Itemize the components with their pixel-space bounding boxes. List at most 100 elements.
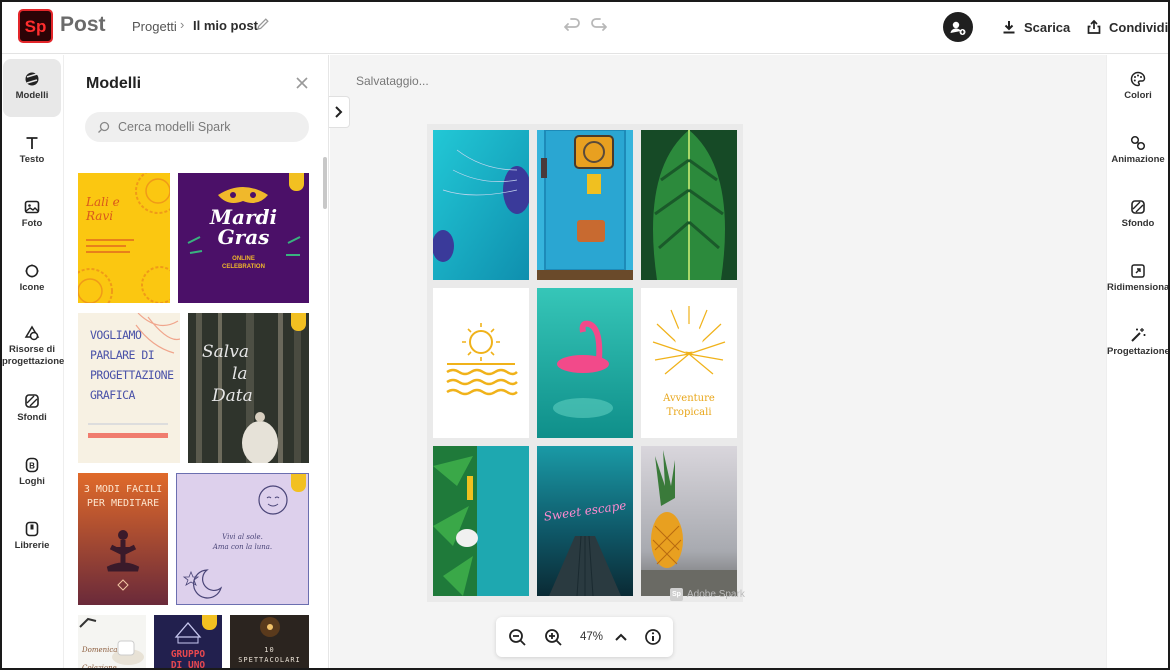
- logos-icon: B: [25, 457, 39, 473]
- template-text: Gras: [217, 225, 270, 249]
- chevron-right-icon: [335, 106, 343, 118]
- zoom-out-icon[interactable]: [507, 627, 527, 647]
- rail-item-design-assets[interactable]: Risorse di progettazione: [2, 313, 65, 379]
- rail-label: Sfondi: [17, 412, 47, 423]
- template-text: 10: [264, 646, 275, 654]
- top-bar: Sp Post Progetti › Il mio post Scarica C…: [2, 2, 1168, 54]
- share-label: Condividi: [1109, 19, 1169, 35]
- template-text: PROGETTAZIONE: [90, 368, 174, 382]
- text-icon: [26, 137, 38, 149]
- close-icon[interactable]: [294, 75, 310, 91]
- tile-monstera[interactable]: [641, 130, 737, 280]
- tile-pineapple[interactable]: [641, 446, 737, 596]
- monstera-photo: [641, 130, 737, 280]
- template-graphic-design[interactable]: VOGLIAMO PARLARE DI PROGETTAZIONE GRAFIC…: [78, 313, 180, 463]
- rail-item-icons[interactable]: Icone: [2, 251, 62, 309]
- tile-sweet-escape[interactable]: Sweet escape: [537, 446, 633, 596]
- rail-item-colors[interactable]: Colori: [1107, 55, 1168, 111]
- rail-item-templates[interactable]: Modelli: [3, 59, 61, 117]
- share-button[interactable]: Condividi: [1086, 16, 1168, 38]
- libraries-icon: [25, 521, 39, 537]
- project-title[interactable]: Il mio post: [193, 18, 258, 33]
- templates-panel: Modelli Lali e Ravi Mardi Gras ONLINE CE…: [65, 55, 329, 670]
- template-ten-spectacular[interactable]: 10 SPETTACOLARI: [230, 615, 309, 668]
- watermark-text: Adobe Spark: [687, 589, 745, 600]
- rail-label: Librerie: [14, 540, 50, 551]
- download-label: Scarica: [1024, 19, 1071, 35]
- animation-icon: [1130, 135, 1146, 151]
- template-text: Lali e: [86, 195, 120, 209]
- resize-icon: [1131, 264, 1145, 278]
- search-input[interactable]: [118, 120, 298, 134]
- pool-photo: [433, 446, 529, 596]
- right-rail: Colori Animazione Sfondo Ridimensiona Pr…: [1106, 55, 1170, 668]
- rail-label: Testo: [19, 154, 45, 165]
- user-avatar[interactable]: [943, 12, 973, 42]
- template-save-the-date[interactable]: Salva la Data: [188, 313, 309, 463]
- template-text: Ama con la luna.: [212, 543, 273, 551]
- rail-label: Loghi: [19, 476, 45, 487]
- rail-item-backgrounds[interactable]: Sfondi: [2, 381, 62, 439]
- tile-flamingo[interactable]: [537, 288, 633, 438]
- magic-wand-icon: [1131, 328, 1146, 342]
- template-text: GRAFICA: [90, 388, 135, 402]
- breadcrumb-projects[interactable]: Progetti: [132, 19, 177, 34]
- template-sun-moon[interactable]: Vivi al sole. Ama con la luna.: [176, 473, 309, 605]
- info-icon[interactable]: [643, 627, 663, 647]
- premium-crown-icon: [291, 474, 306, 492]
- template-wedding[interactable]: Lali e Ravi: [78, 173, 170, 303]
- rail-item-photo[interactable]: Foto: [2, 187, 62, 245]
- template-text: GRUPPO: [170, 649, 206, 660]
- rail-label: Risorse di progettazione: [2, 344, 65, 367]
- rail-item-resize[interactable]: Ridimensiona: [1107, 247, 1170, 303]
- svg-text:B: B: [29, 462, 35, 471]
- template-text: CELEBRATION: [222, 264, 265, 270]
- premium-crown-icon: [291, 313, 306, 331]
- rail-item-animation[interactable]: Animazione: [1107, 119, 1168, 175]
- app-name: Post: [60, 13, 106, 36]
- tile-blue-door[interactable]: [537, 130, 633, 280]
- template-meditation[interactable]: 3 MODI FACILI PER MEDITARE: [78, 473, 168, 605]
- rail-label: Animazione: [1111, 154, 1165, 165]
- rail-item-text[interactable]: Testo: [2, 123, 62, 181]
- rail-item-background[interactable]: Sfondo: [1107, 183, 1168, 239]
- tile-jellyfish[interactable]: [433, 130, 529, 280]
- template-search[interactable]: [85, 112, 309, 142]
- rail-label: Progettazione: [1107, 346, 1170, 357]
- premium-crown-icon: [289, 173, 304, 191]
- chevron-up-icon[interactable]: [611, 627, 631, 647]
- photo-icon: [24, 200, 40, 214]
- zoom-in-icon[interactable]: [543, 627, 563, 647]
- design-assets-icon: [24, 325, 40, 341]
- rail-item-design[interactable]: Progettazione: [1107, 311, 1170, 367]
- tile-pool-leaves[interactable]: [433, 446, 529, 596]
- collapse-panel-button[interactable]: [329, 96, 350, 128]
- logo-text: Sp: [24, 17, 47, 36]
- template-text: DI UNO: [170, 660, 206, 670]
- template-text: ONLINE: [232, 256, 255, 262]
- spark-logo[interactable]: Sp: [18, 9, 53, 43]
- tile-text: Avventure: [663, 393, 715, 404]
- icons-icon: [25, 264, 39, 278]
- rail-label: Ridimensiona: [1107, 282, 1170, 293]
- template-text: PARLARE DI: [90, 348, 155, 362]
- redo-icon[interactable]: [589, 16, 609, 36]
- zoom-level[interactable]: 47%: [580, 631, 603, 643]
- tile-sun-waves[interactable]: [433, 288, 529, 438]
- left-rail: Modelli Testo Foto Icone Risorse di prog…: [2, 55, 65, 668]
- undo-icon[interactable]: [562, 16, 582, 36]
- design-canvas[interactable]: Avventure Tropicali Sweet escape: [427, 124, 743, 602]
- edit-title-icon[interactable]: [255, 16, 271, 32]
- template-text: la: [232, 364, 248, 384]
- template-text: VOGLIAMO: [90, 328, 142, 342]
- rail-item-libraries[interactable]: Librerie: [2, 509, 62, 567]
- template-mardi-gras[interactable]: Mardi Gras ONLINE CELEBRATION: [178, 173, 309, 303]
- template-text: Vivi al sole.: [222, 533, 263, 541]
- template-text: Colazione: [82, 664, 117, 670]
- download-button[interactable]: Scarica: [1001, 16, 1070, 38]
- rail-item-logos[interactable]: B Loghi: [2, 445, 62, 503]
- template-breakfast[interactable]: Domenica Colazione: [78, 615, 146, 670]
- tile-tropical-adventures[interactable]: Avventure Tropicali: [641, 288, 737, 438]
- panel-scrollbar[interactable]: [323, 157, 327, 209]
- template-group-of-one[interactable]: GRUPPO DI UNO: [154, 615, 222, 670]
